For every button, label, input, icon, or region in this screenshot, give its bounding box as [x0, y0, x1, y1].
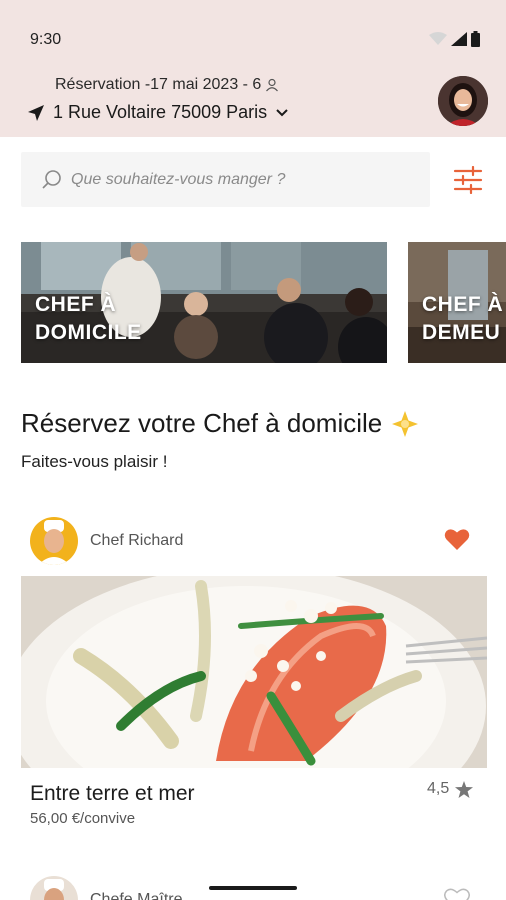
search-input[interactable]: Que souhaitez-vous manger ? [71, 171, 285, 189]
dish-price: 56,00 €/convive [30, 810, 136, 827]
signal-icon [451, 32, 467, 46]
category-card-chef-a-demeure[interactable]: CHEF À DEMEU [408, 242, 506, 363]
user-avatar[interactable] [438, 76, 488, 126]
dish-title: Entre terre et mer [30, 782, 195, 805]
reservation-info[interactable]: Réservation -17 mai 2023 - 6 [55, 76, 279, 94]
home-indicator[interactable] [209, 886, 297, 890]
chef-info-2[interactable]: Chefe Maître [30, 876, 182, 900]
chef-name-2: Chefe Maître [90, 891, 183, 900]
chef-info[interactable]: Chef Richard [30, 517, 183, 565]
address-selector[interactable]: 1 Rue Voltaire 75009 Paris [27, 102, 289, 123]
search-bar[interactable]: Que souhaitez-vous manger ? [21, 152, 430, 207]
category-card-chef-a-domicile[interactable]: CHEF À DOMICILE [21, 242, 387, 363]
rating-value: 4,5 [427, 780, 450, 797]
reservation-text: Réservation -17 mai 2023 - 6 [55, 76, 262, 93]
category-label: CHEF À DEMEU [422, 293, 504, 344]
sparkle-star-icon [392, 410, 419, 437]
favorite-heart-outline-icon[interactable] [444, 888, 470, 900]
status-bar: 9:30 [0, 0, 506, 70]
section-title-text: Réservez votre Chef à domicile [21, 408, 383, 438]
address-text: 1 Rue Voltaire 75009 Paris [53, 102, 268, 122]
battery-icon [471, 31, 480, 47]
wifi-icon [429, 32, 447, 45]
status-icons [429, 31, 480, 47]
chevron-down-icon [276, 108, 288, 116]
section-subtitle: Faites-vous plaisir ! [21, 452, 168, 471]
star-icon [455, 780, 474, 798]
chef-name: Chef Richard [90, 532, 184, 549]
favorite-heart-icon[interactable] [444, 528, 470, 551]
person-icon [266, 78, 279, 92]
dish-rating: 4,5 [427, 780, 474, 798]
filter-icon[interactable] [453, 166, 483, 194]
chef-avatar [30, 517, 78, 565]
category-label: CHEF À DOMICILE [35, 293, 142, 344]
section-title: Réservez votre Chef à domicile [21, 408, 420, 439]
header: 9:30 Réservation -17 mai 2023 - 6 1 Rue … [0, 0, 506, 137]
search-icon [42, 169, 61, 189]
dish-photo[interactable] [21, 576, 487, 768]
navigation-arrow-icon [28, 104, 44, 121]
chef-avatar-2 [30, 876, 78, 900]
status-time: 9:30 [30, 31, 62, 48]
